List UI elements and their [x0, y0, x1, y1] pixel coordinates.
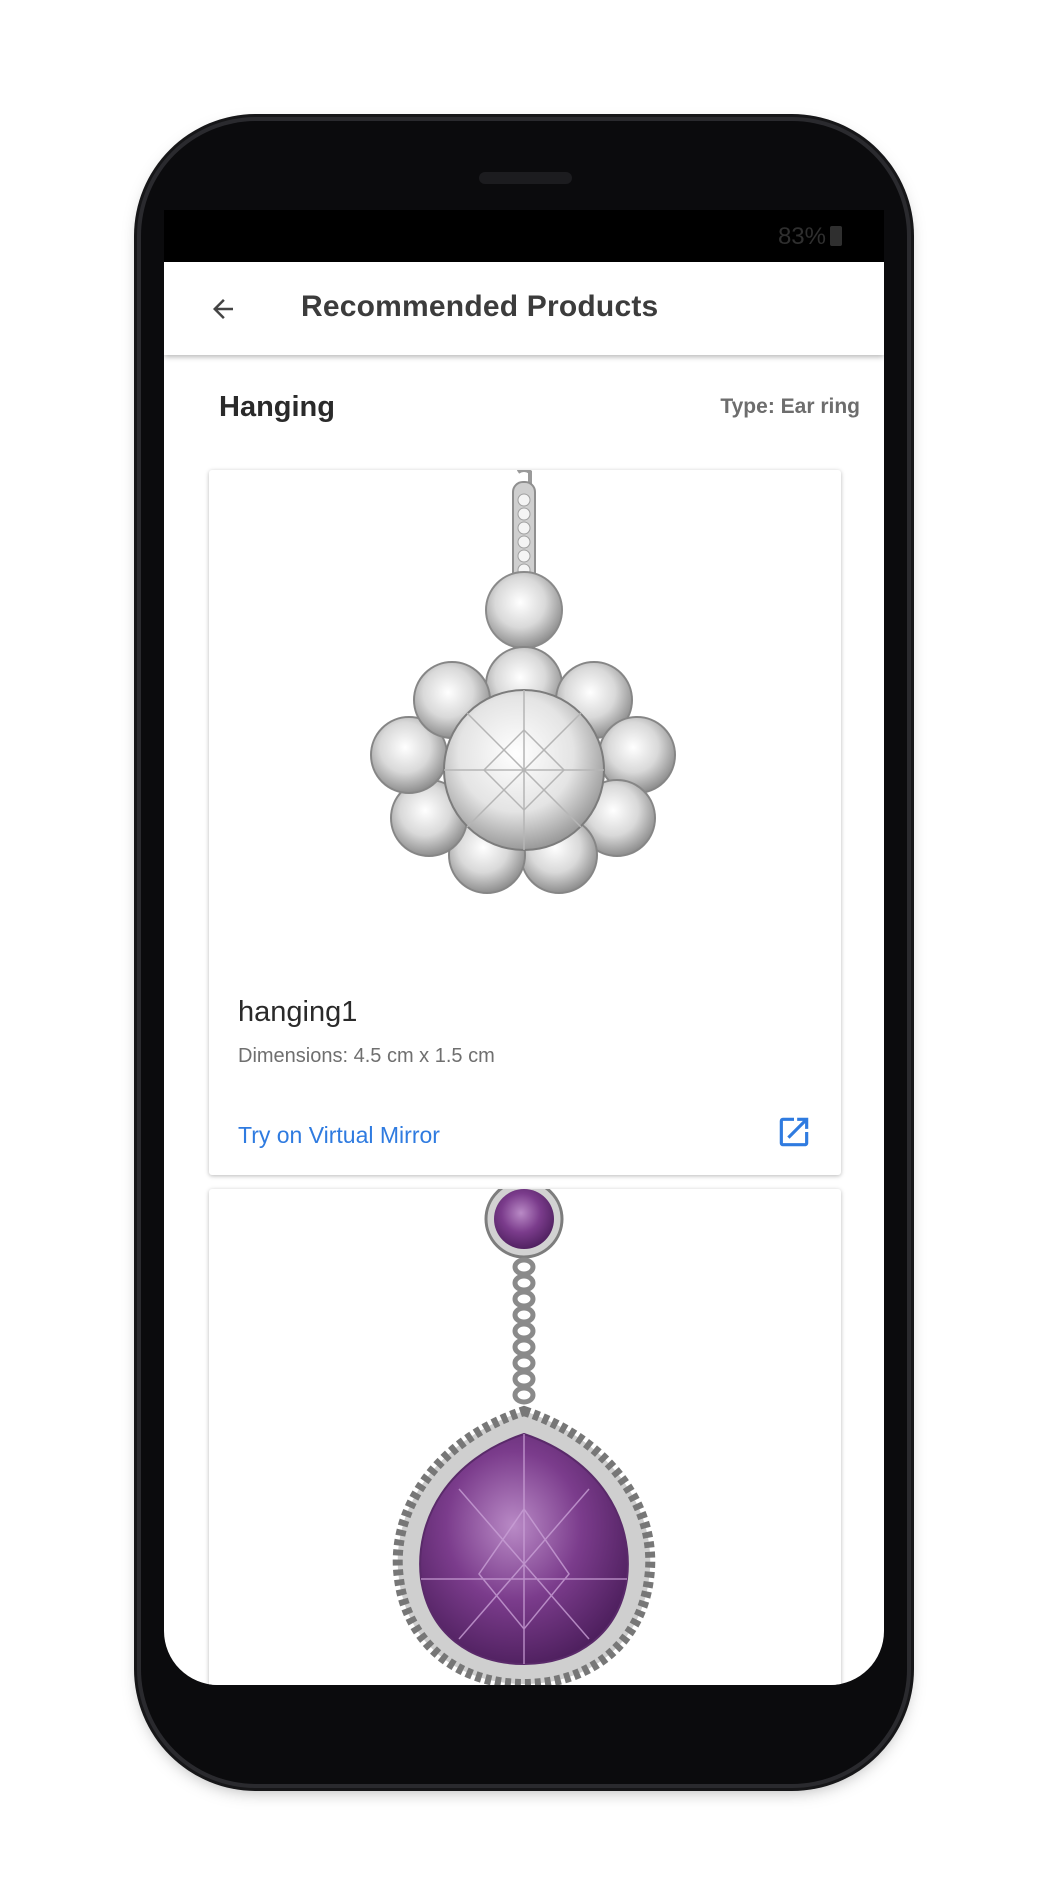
screen: 83% Recommended Products Hanging Type: E… [164, 210, 884, 1685]
product-name: hanging1 [238, 996, 358, 1028]
section-type: Type: Ear ring [720, 395, 860, 418]
earpiece-speaker [479, 172, 572, 184]
product-image-amethyst-earring [392, 1189, 656, 1685]
product-card[interactable]: hanging1 Dimensions: 4.5 cm x 1.5 cm Try… [209, 470, 841, 1175]
section-title: Hanging [219, 391, 335, 423]
battery-percent: 83% [777, 223, 826, 250]
status-bar: 83% [164, 210, 884, 262]
open-in-new-icon [779, 1117, 809, 1147]
content: Hanging Type: Ear ring hanging1 Dimensio… [164, 355, 884, 1685]
product-card[interactable] [209, 1189, 841, 1685]
product-dimensions: Dimensions: 4.5 cm x 1.5 cm [238, 1045, 495, 1067]
arrow-back-icon [213, 299, 233, 319]
back-button[interactable] [200, 286, 246, 332]
open-external-button[interactable] [775, 1113, 813, 1151]
app: Recommended Products Hanging Type: Ear r… [164, 262, 884, 1685]
try-virtual-mirror-link[interactable]: Try on Virtual Mirror [238, 1122, 440, 1149]
battery-icon [830, 226, 842, 246]
phone-frame: 83% Recommended Products Hanging Type: E… [141, 121, 907, 1784]
page-title: Recommended Products [301, 290, 659, 323]
product-image-diamond-earring [370, 470, 676, 894]
app-bar: Recommended Products [164, 262, 884, 355]
